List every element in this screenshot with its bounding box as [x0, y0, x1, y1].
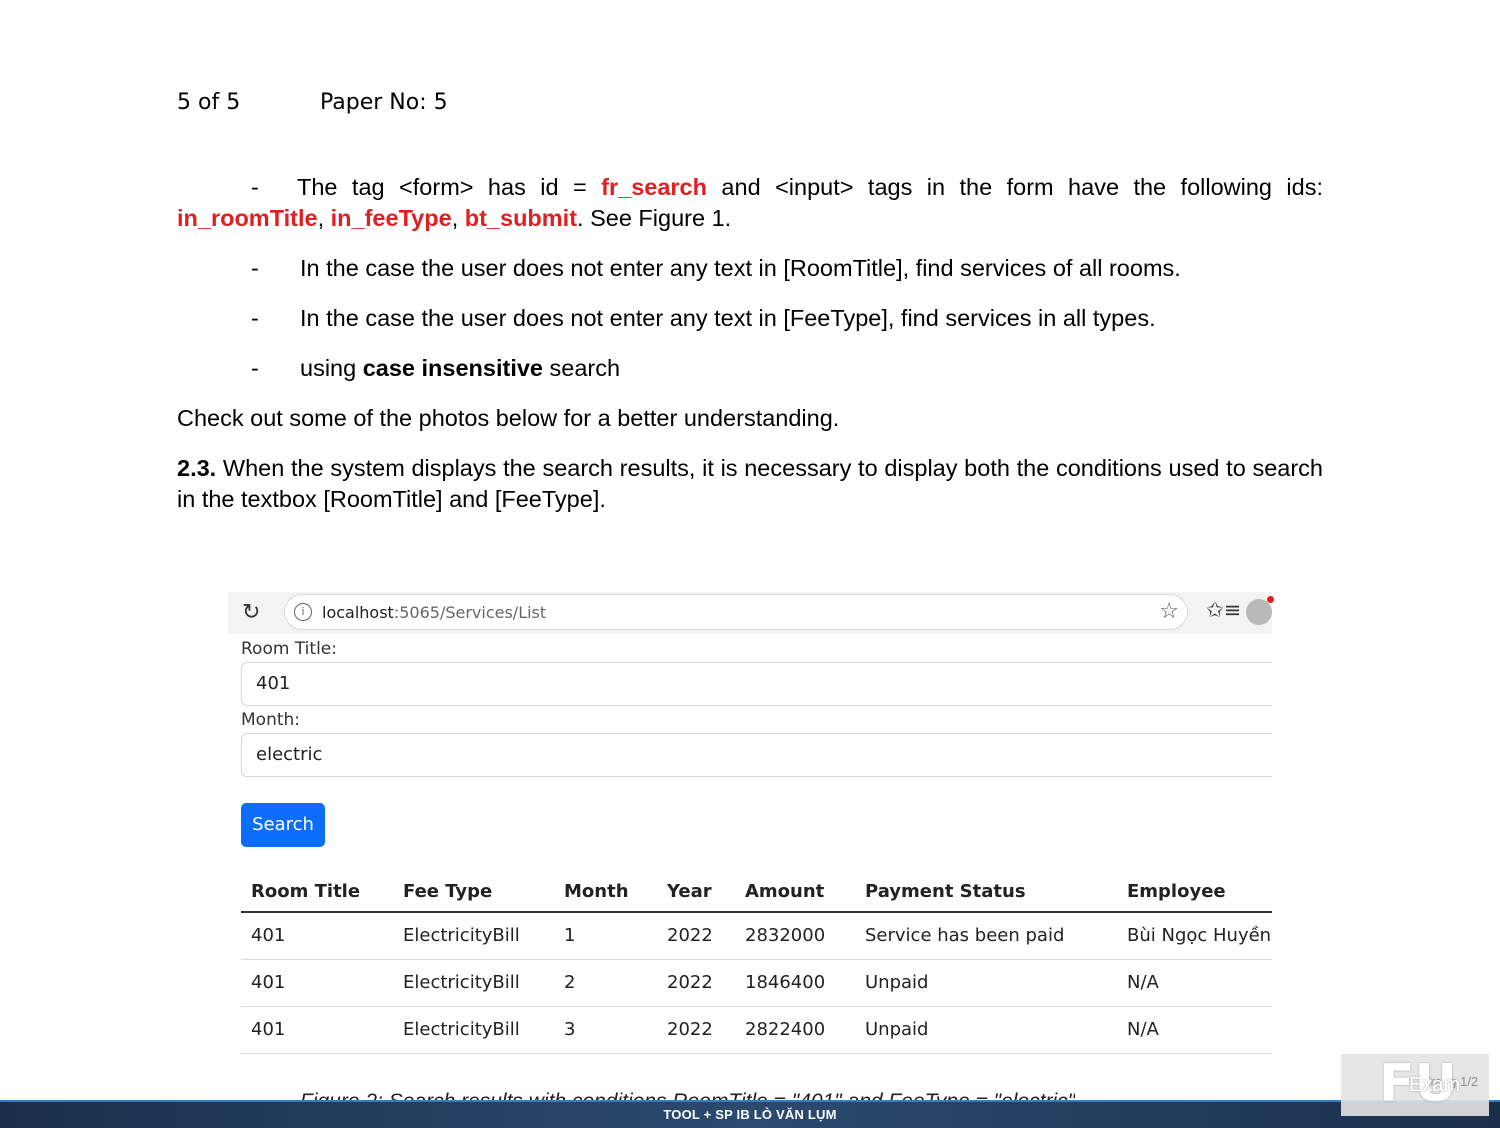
column-header: Month: [554, 872, 657, 913]
table-cell: 1846400: [735, 959, 855, 1007]
table-cell: 3: [554, 1006, 657, 1054]
bullet-dash: -: [251, 305, 259, 331]
paper-number: Paper No: 5: [320, 90, 448, 115]
table-row: 401 ElectricityBill 3 2022 2822400 Unpai…: [241, 1006, 1272, 1054]
footer-banner-text: TOOL + SP IB LÒ VĂN LỤM: [663, 1107, 837, 1122]
table-cell: 401: [241, 912, 393, 960]
bullet-dash: -: [251, 355, 259, 381]
bullet-text: using case insensitive search: [300, 353, 620, 384]
submit-button-id: bt_submit: [464, 205, 578, 231]
figure-screenshot: ↻ i localhost:5065/Services/List ☆ ✩≡ Ro…: [228, 592, 1274, 1062]
section-number: 2.3.: [177, 455, 217, 481]
bullet-item: - In the case the user does not enter an…: [177, 303, 1323, 334]
month-input[interactable]: electric: [241, 733, 1272, 777]
bullet-dash: -: [251, 255, 259, 281]
services-table: Room Title Fee Type Month Year Amount Pa…: [241, 872, 1272, 1054]
fu-exam-logo: Trang 1/2 FU Exam: [1341, 1054, 1489, 1116]
text: search: [543, 355, 621, 381]
reload-icon[interactable]: ↻: [242, 600, 260, 625]
info-icon[interactable]: i: [294, 603, 312, 621]
column-header: Amount: [735, 872, 855, 913]
table-cell: 2022: [657, 912, 735, 960]
column-header: Room Title: [241, 872, 393, 913]
footer-banner: TOOL + SP IB LÒ VĂN LỤM: [0, 1100, 1500, 1128]
favorites-icon[interactable]: ✩≡: [1206, 598, 1241, 622]
profile-avatar-icon[interactable]: [1246, 596, 1274, 625]
text: . See Figure 1.: [577, 205, 732, 231]
room-input-id: in_roomTitle: [177, 205, 318, 231]
table-header-row: Room Title Fee Type Month Year Amount Pa…: [241, 872, 1272, 913]
column-header: Payment Status: [855, 872, 1117, 913]
table-cell: 2022: [657, 959, 735, 1007]
text: The tag <form> has id =: [297, 174, 602, 200]
table-cell: ElectricityBill: [393, 912, 554, 960]
table-cell: Unpaid: [855, 1006, 1117, 1054]
column-header: Employee: [1117, 872, 1272, 913]
table-cell: 401: [241, 1006, 393, 1054]
table-cell: 2: [554, 959, 657, 1007]
page-count: 5 of 5: [177, 90, 241, 115]
table-cell: N/A: [1117, 1006, 1272, 1054]
column-header: Fee Type: [393, 872, 554, 913]
url-host: localhost: [322, 603, 394, 622]
figure-caption: Figure 2: Search results with conditions…: [300, 1090, 1075, 1100]
url-path: :5065/Services/List: [393, 603, 547, 622]
text: ,: [317, 205, 331, 231]
section-text: When the system displays the search resu…: [177, 455, 1323, 512]
document-body: - The tag <form> has id = fr_search and <…: [177, 172, 1323, 515]
form-ids-paragraph: - The tag <form> has id = fr_search and <…: [177, 172, 1323, 234]
room-title-label: Room Title:: [241, 639, 337, 659]
table-cell: 401: [241, 959, 393, 1007]
url-text: localhost:5065/Services/List: [322, 603, 546, 622]
room-title-input[interactable]: 401: [241, 662, 1272, 706]
text: ,: [451, 205, 465, 231]
table-cell: Service has been paid: [855, 912, 1117, 960]
bullet-dash: -: [251, 174, 259, 200]
table-cell: Unpaid: [855, 959, 1117, 1007]
notification-dot: [1267, 596, 1274, 603]
section-2-3: 2.3. When the system displays the search…: [177, 453, 1323, 515]
table-cell: ElectricityBill: [393, 1006, 554, 1054]
bullet-item: - In the case the user does not enter an…: [177, 253, 1323, 284]
check-paragraph: Check out some of the photos below for a…: [177, 405, 840, 431]
column-header: Year: [657, 872, 735, 913]
table-cell: 2022: [657, 1006, 735, 1054]
month-label: Month:: [241, 710, 301, 730]
fee-input-id: in_feeType: [330, 205, 452, 231]
bullet-item: - using case insensitive search: [177, 353, 1323, 384]
bullet-text: In the case the user does not enter any …: [300, 255, 1181, 281]
page-header: 5 of 5 Paper No: 5: [177, 90, 448, 115]
table-cell: ElectricityBill: [393, 959, 554, 1007]
table-row: 401 ElectricityBill 1 2022 2832000 Servi…: [241, 912, 1272, 960]
star-icon[interactable]: ☆: [1159, 599, 1179, 624]
browser-toolbar: ↻ i localhost:5065/Services/List ☆ ✩≡: [228, 592, 1274, 634]
table-cell: N/A: [1117, 959, 1272, 1007]
table-cell: 1: [554, 912, 657, 960]
text: using: [300, 355, 363, 381]
form-id: fr_search: [601, 174, 707, 200]
table-cell: 2822400: [735, 1006, 855, 1054]
table-row: 401 ElectricityBill 2 2022 1846400 Unpai…: [241, 959, 1272, 1007]
address-bar[interactable]: i localhost:5065/Services/List ☆: [284, 594, 1188, 630]
table-cell: Bùi Ngọc Huyền: [1117, 912, 1272, 960]
bold-text: case insensitive: [362, 355, 543, 381]
bullet-text: In the case the user does not enter any …: [300, 305, 1156, 331]
table-cell: 2832000: [735, 912, 855, 960]
text: and <input> tags in the form have the fo…: [706, 174, 1324, 200]
logo-text: Exam: [1409, 1074, 1461, 1096]
search-button[interactable]: Search: [241, 803, 325, 847]
